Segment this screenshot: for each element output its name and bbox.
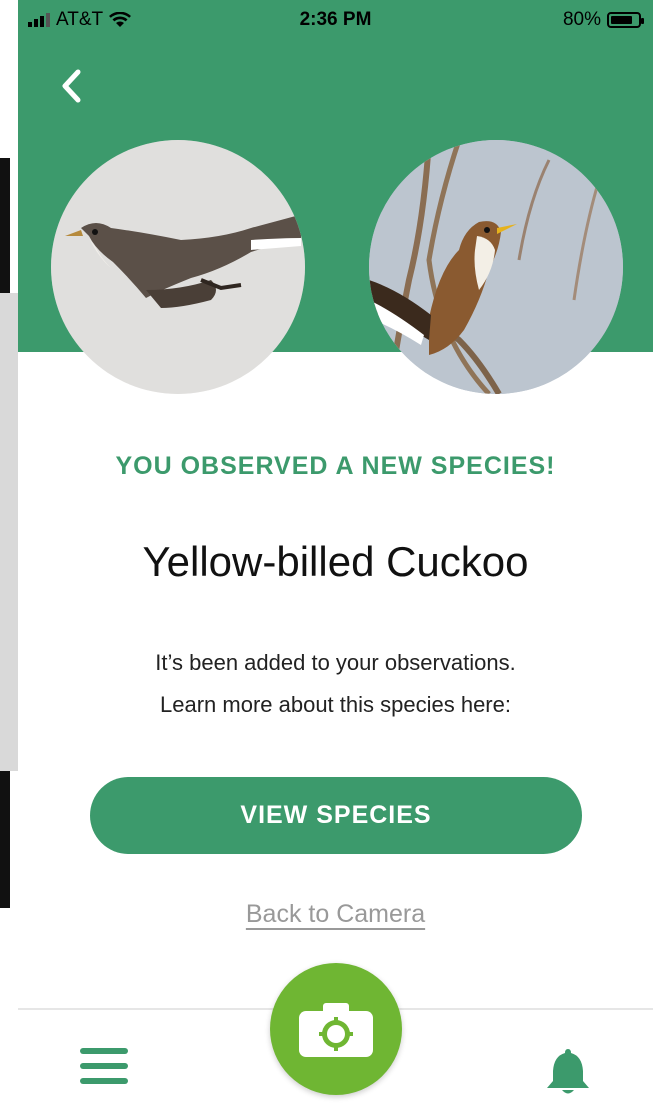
back-to-camera-link[interactable]: Back to Camera	[246, 900, 425, 928]
species-reference-photo	[369, 140, 623, 394]
back-button[interactable]	[48, 60, 98, 110]
camera-button[interactable]	[270, 963, 402, 1095]
hamburger-menu-icon	[80, 1048, 130, 1084]
battery-icon	[607, 12, 644, 28]
description-line-1: It’s been added to your observations.	[155, 650, 516, 675]
battery-percent: 80%	[562, 9, 601, 30]
status-time: 2:36 PM	[299, 9, 372, 30]
notifications-button[interactable]	[542, 1045, 594, 1097]
back-to-camera-row: Back to Camera	[18, 900, 653, 929]
status-bar: AT&T 2:36 PM 80%	[18, 0, 653, 40]
background-edge-dark-top	[0, 158, 10, 293]
species-result-screen: AT&T 2:36 PM 80% YOU OBSERVED A NEW SPEC…	[18, 0, 653, 1108]
description-line-2: Learn more about this species here:	[160, 692, 511, 717]
background-edge-dark-bottom	[0, 771, 10, 908]
background-edge-photo	[0, 293, 18, 771]
status-bar-right: 80%	[562, 9, 644, 31]
species-name: Yellow-billed Cuckoo	[142, 538, 529, 585]
menu-button[interactable]	[80, 1048, 130, 1092]
view-species-button[interactable]: VIEW SPECIES	[90, 777, 582, 854]
new-species-headline: YOU OBSERVED A NEW SPECIES!	[115, 452, 556, 480]
camera-icon	[299, 1003, 373, 1057]
user-observation-photo	[51, 140, 305, 394]
chevron-left-icon	[62, 69, 81, 103]
bell-icon	[547, 1049, 589, 1094]
